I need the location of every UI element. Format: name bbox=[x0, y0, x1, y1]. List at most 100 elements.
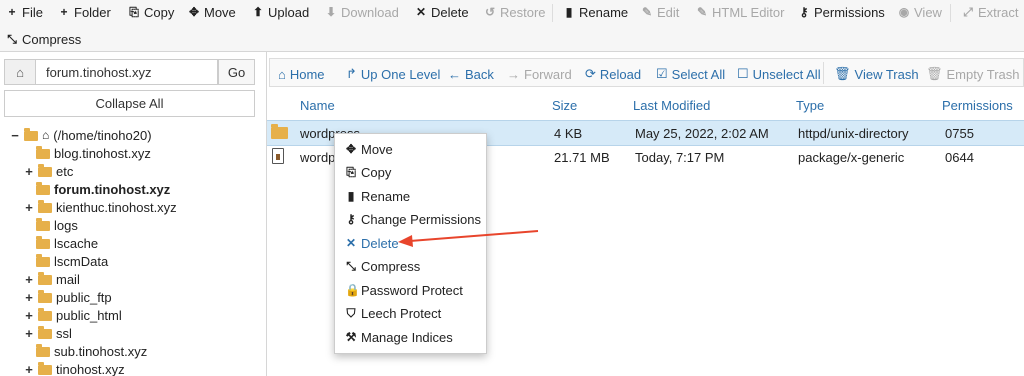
context-menu-move[interactable]: ✥ Move bbox=[345, 139, 393, 159]
folder-icon bbox=[38, 290, 52, 303]
eye-icon: ◉ bbox=[898, 5, 910, 19]
tree-item-kienthuc[interactable]: + kienthuc.tinohost.xyz bbox=[24, 198, 176, 216]
tree-item-root[interactable]: − ⌂ (/home/tinoho20) bbox=[10, 126, 151, 144]
up-one-level-button[interactable]: ↱ Up One Level bbox=[346, 65, 440, 83]
home-button[interactable]: ⌂ Home bbox=[278, 65, 325, 83]
copy-icon: ⎘ bbox=[346, 164, 356, 179]
context-menu-delete[interactable]: ✕ Delete bbox=[345, 233, 399, 253]
shield-icon: ⛉ bbox=[346, 305, 356, 320]
rename-button[interactable]: ▮ Rename bbox=[563, 0, 628, 24]
permissions-button[interactable]: ⚷ Permissions bbox=[798, 0, 885, 24]
view-trash-button[interactable]: 🗑 View Trash bbox=[834, 65, 919, 83]
arrow-left-icon: ← bbox=[448, 66, 461, 82]
file-modified: Today, 7:17 PM bbox=[635, 150, 725, 165]
tree-item-ssl[interactable]: + ssl bbox=[24, 324, 72, 342]
toolbar-divider bbox=[552, 4, 553, 22]
expand-toggle[interactable]: + bbox=[24, 326, 34, 341]
restore-button[interactable]: ↺ Restore bbox=[484, 0, 546, 24]
copy-icon: ⎘ bbox=[129, 4, 139, 19]
nav-divider bbox=[823, 62, 824, 84]
move-button[interactable]: ✥ Move bbox=[188, 0, 236, 24]
expand-toggle[interactable]: + bbox=[24, 200, 34, 215]
tree-item-forum[interactable]: forum.tinohost.xyz bbox=[36, 180, 170, 198]
tree-item-tinohost[interactable]: + tinohost.xyz bbox=[24, 360, 124, 376]
edit-button[interactable]: ✎ Edit bbox=[641, 0, 679, 24]
column-header-permissions[interactable]: Permissions bbox=[942, 98, 1013, 113]
lock-icon: 🔒 bbox=[345, 283, 360, 297]
folder-icon bbox=[24, 128, 38, 141]
folder-icon bbox=[36, 254, 50, 267]
close-icon: ✕ bbox=[415, 5, 427, 19]
context-menu-change-permissions[interactable]: ⚷ Change Permissions bbox=[345, 209, 481, 229]
top-toolbar: + File + Folder ⎘ Copy ✥ Move ⬆ Upload ⬇ Downl… bbox=[0, 0, 1024, 52]
copy-button[interactable]: ⎘ Copy bbox=[128, 0, 174, 24]
context-menu-password-protect[interactable]: 🔒 Password Protect bbox=[345, 280, 463, 300]
file-size: 21.71 MB bbox=[554, 150, 610, 165]
new-file-button[interactable]: + File bbox=[6, 0, 42, 24]
folder-icon bbox=[38, 164, 52, 177]
tree-item-logs[interactable]: logs bbox=[36, 216, 78, 234]
plus-icon: + bbox=[8, 5, 16, 19]
empty-trash-button[interactable]: 🗑 Empty Trash bbox=[926, 65, 1019, 83]
tree-item-lscache[interactable]: lscache bbox=[36, 234, 98, 252]
download-button[interactable]: ⬇ Download bbox=[325, 0, 399, 24]
delete-button[interactable]: ✕ Delete bbox=[415, 0, 469, 24]
expand-toggle[interactable]: + bbox=[24, 164, 34, 179]
checkbox-checked-icon: ☑ bbox=[656, 66, 668, 81]
folder-icon bbox=[36, 182, 50, 195]
file-type: package/x-generic bbox=[798, 150, 905, 165]
new-folder-button[interactable]: + Folder bbox=[58, 0, 110, 24]
key-icon: ⚷ bbox=[799, 5, 809, 19]
context-menu-copy[interactable]: ⎘ Copy bbox=[345, 162, 391, 182]
file-size: 4 KB bbox=[554, 126, 583, 141]
tree-item-public-html[interactable]: + public_html bbox=[24, 306, 122, 324]
close-icon: ✕ bbox=[345, 236, 357, 250]
upload-button[interactable]: ⬆ Upload bbox=[252, 0, 309, 24]
navigation-bar: ⌂ Home ↱ Up One Level ← Back → Forward ⟳ Relo… bbox=[269, 58, 1024, 87]
file-type: httpd/unix-directory bbox=[798, 126, 909, 141]
move-icon: ✥ bbox=[188, 5, 200, 19]
expand-toggle[interactable]: + bbox=[24, 308, 34, 323]
html-editor-button[interactable]: ✎ HTML Editor bbox=[696, 0, 785, 24]
collapse-all-button[interactable]: Collapse All bbox=[4, 90, 255, 117]
column-header-type[interactable]: Type bbox=[796, 98, 824, 113]
context-menu-leech-protect[interactable]: ⛉ Leech Protect bbox=[345, 303, 441, 323]
go-button[interactable]: Go bbox=[218, 59, 255, 85]
file-icon: ▮ bbox=[347, 189, 355, 203]
move-icon: ✥ bbox=[345, 142, 357, 156]
back-button[interactable]: ← Back bbox=[448, 65, 494, 83]
upload-icon: ⬆ bbox=[252, 5, 264, 19]
tree-item-etc[interactable]: + etc bbox=[24, 162, 73, 180]
tree-item-public-ftp[interactable]: + public_ftp bbox=[24, 288, 111, 306]
select-all-button[interactable]: ☑ Select All bbox=[656, 65, 725, 83]
column-header-last-modified[interactable]: Last Modified bbox=[633, 98, 710, 113]
extract-button[interactable]: ⤢ Extract bbox=[962, 0, 1018, 24]
expand-toggle[interactable]: + bbox=[24, 362, 34, 376]
tree-item-mail[interactable]: + mail bbox=[24, 270, 80, 288]
view-button[interactable]: ◉ View bbox=[898, 0, 942, 24]
folder-icon bbox=[36, 236, 50, 249]
tree-item-lscmdata[interactable]: lscmData bbox=[36, 252, 108, 270]
context-menu-rename[interactable]: ▮ Rename bbox=[345, 186, 410, 206]
unselect-all-button[interactable]: ☐ Unselect All bbox=[737, 65, 821, 83]
expand-toggle[interactable]: + bbox=[24, 272, 34, 287]
folder-icon bbox=[38, 362, 52, 375]
tree-item-sub[interactable]: sub.tinohost.xyz bbox=[36, 342, 147, 360]
forward-button[interactable]: → Forward bbox=[507, 65, 572, 83]
context-menu-compress[interactable]: ⤡ Compress bbox=[345, 256, 420, 276]
context-menu-manage-indices[interactable]: ⚒ Manage Indices bbox=[345, 327, 453, 347]
compress-button[interactable]: ⤡ Compress bbox=[6, 27, 81, 51]
folder-icon bbox=[36, 344, 50, 357]
column-header-size[interactable]: Size bbox=[552, 98, 577, 113]
folder-icon bbox=[38, 326, 52, 339]
compress-icon: ⤡ bbox=[7, 31, 17, 46]
home-directory-button[interactable]: ⌂ bbox=[4, 59, 36, 85]
home-icon: ⌂ bbox=[42, 128, 50, 142]
path-input[interactable] bbox=[36, 59, 218, 85]
tree-item-blog[interactable]: blog.tinohost.xyz bbox=[36, 144, 151, 162]
toolbar-divider bbox=[950, 4, 951, 22]
reload-button[interactable]: ⟳ Reload bbox=[585, 65, 641, 83]
collapse-toggle[interactable]: − bbox=[10, 128, 20, 143]
column-header-name[interactable]: Name bbox=[300, 98, 335, 113]
expand-toggle[interactable]: + bbox=[24, 290, 34, 305]
